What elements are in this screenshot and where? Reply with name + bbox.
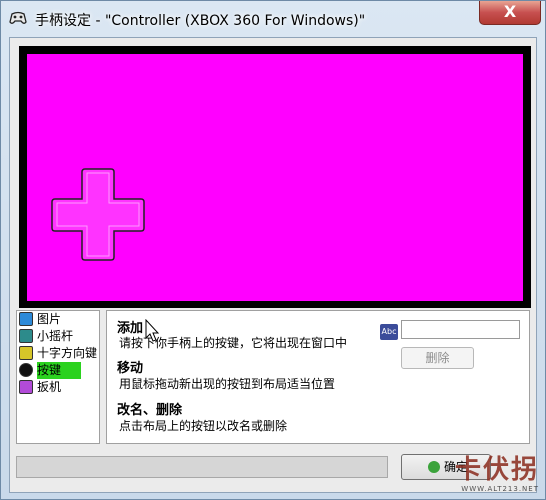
- client-area: 图片 小摇杆 十字方向键 按键 扳机 添加 请按下你手柄上的按键，它将出现在窗口…: [9, 37, 537, 493]
- help-panel: 添加 请按下你手柄上的按键，它将出现在窗口中 移动 用鼠标拖动新出现的按钮到布局…: [106, 310, 530, 444]
- move-description: 用鼠标拖动新出现的按钮到布局适当位置: [119, 377, 336, 391]
- rename-description: 点击布局上的按钮以改名或删除: [119, 419, 288, 433]
- layout-canvas[interactable]: [27, 54, 523, 301]
- controller-settings-window: 手柄设定 - "Controller (XBOX 360 For Windows…: [0, 0, 546, 500]
- title-bar[interactable]: 手柄设定 - "Controller (XBOX 360 For Windows…: [1, 1, 545, 37]
- thumbstick-icon: [19, 329, 33, 343]
- move-title: 移动: [117, 361, 144, 376]
- list-item-picture[interactable]: 图片: [17, 311, 99, 328]
- picture-icon: [19, 312, 33, 326]
- element-type-list[interactable]: 图片 小摇杆 十字方向键 按键 扳机: [16, 310, 100, 444]
- dpad-icon: [19, 346, 33, 360]
- delete-button[interactable]: 删除: [401, 347, 474, 369]
- rename-title: 改名、删除: [117, 403, 183, 418]
- layout-canvas-frame: [19, 46, 531, 308]
- abc-icon: Abc: [380, 324, 398, 340]
- dpad-control[interactable]: [51, 168, 147, 262]
- trigger-icon: [19, 380, 33, 394]
- mouse-cursor-icon: [145, 319, 160, 342]
- close-button[interactable]: X: [479, 1, 541, 25]
- window-title: 手柄设定 - "Controller (XBOX 360 For Windows…: [35, 13, 366, 29]
- button-icon: [19, 363, 33, 377]
- close-icon: X: [503, 2, 517, 21]
- list-item-dpad[interactable]: 十字方向键: [17, 345, 99, 362]
- list-item-trigger[interactable]: 扳机: [17, 379, 99, 396]
- gamepad-icon: [9, 11, 27, 24]
- button-name-input[interactable]: [401, 320, 520, 339]
- list-item-thumbstick[interactable]: 小摇杆: [17, 328, 99, 345]
- watermark: 卡伏拐 WWW.ALT213.NET: [454, 455, 539, 493]
- status-field: [16, 456, 388, 478]
- list-item-button[interactable]: 按键: [17, 362, 99, 379]
